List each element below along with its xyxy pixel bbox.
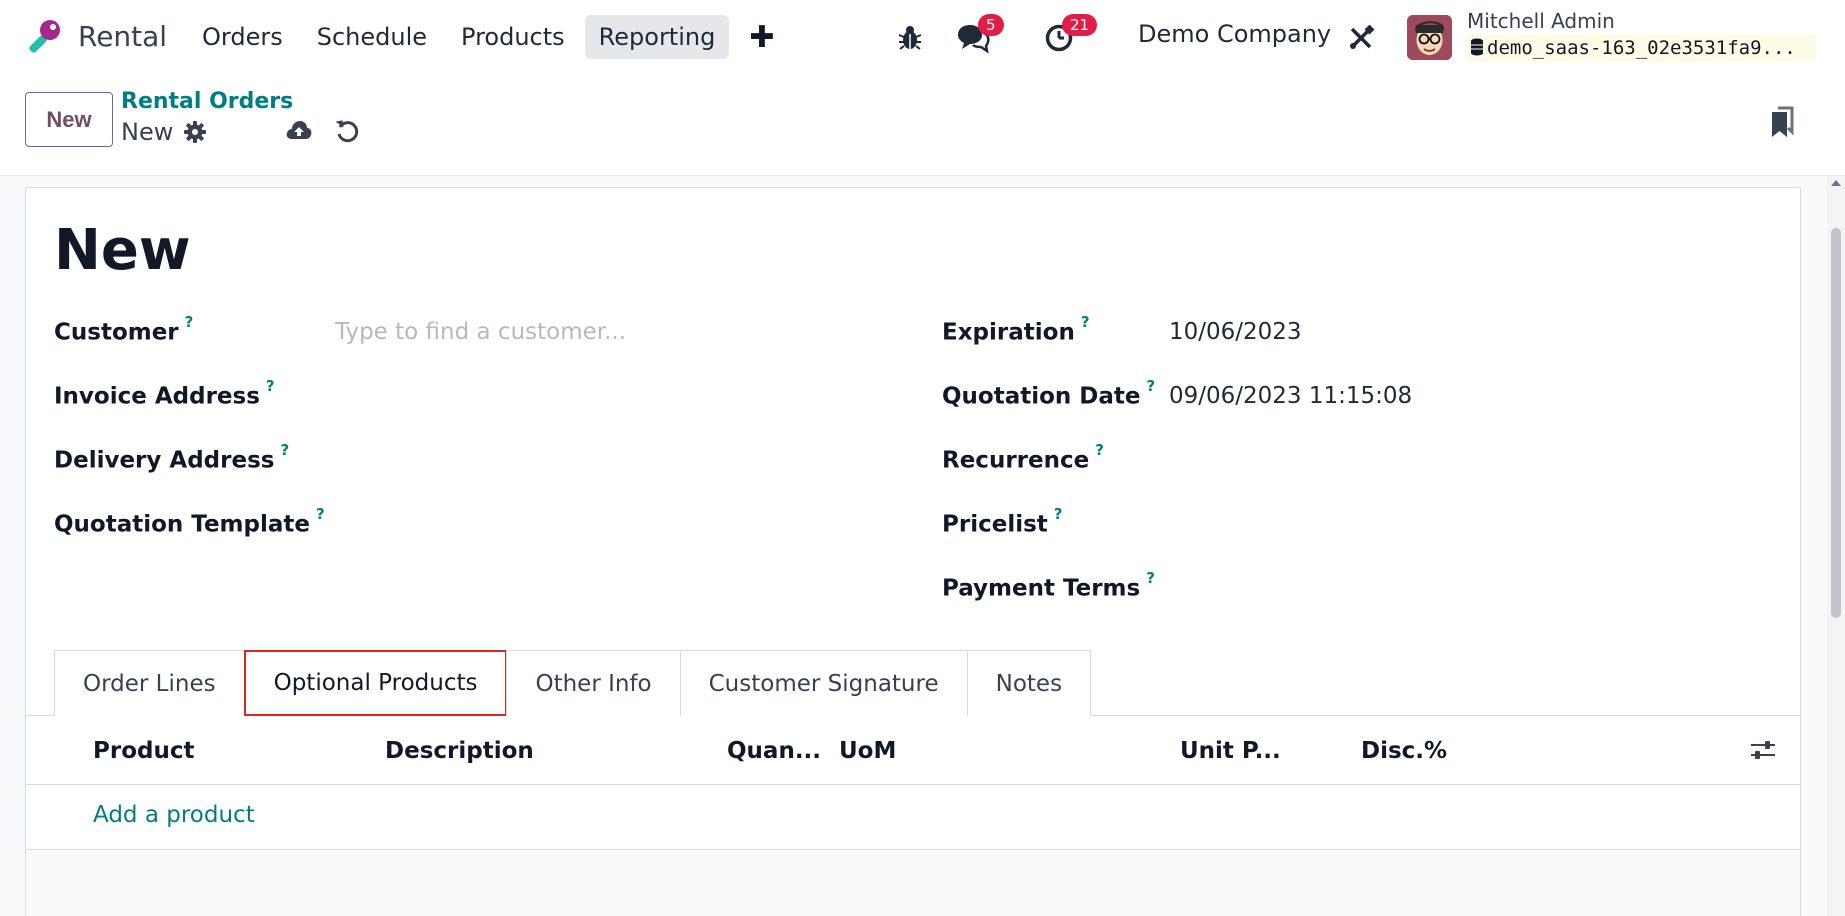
recurrence-label-text: Recurrence [942, 447, 1090, 474]
customer-label: Customer? [54, 313, 193, 346]
quotation-template-label-text: Quotation Template [54, 511, 310, 538]
tab-customer-signature[interactable]: Customer Signature [679, 650, 968, 716]
messages-count-badge: 5 [978, 14, 1004, 36]
bookmarks-icon[interactable] [1770, 106, 1794, 142]
column-quantity[interactable]: Quan... [727, 738, 821, 764]
pricelist-label-text: Pricelist [942, 511, 1048, 538]
notebook-tabs: Order Lines Optional Products Other Info… [54, 650, 1092, 716]
quotation-template-help-icon[interactable]: ? [316, 505, 325, 523]
payment-terms-label: Payment Terms? [942, 569, 1155, 602]
database-name-text: demo_saas-163_02e3531fa9... [1487, 37, 1796, 59]
tab-optional-products[interactable]: Optional Products [243, 650, 508, 716]
column-discount[interactable]: Disc.% [1361, 738, 1447, 764]
optional-columns-sliders-icon[interactable] [1750, 738, 1776, 766]
expiration-help-icon[interactable]: ? [1081, 313, 1090, 331]
add-menu-plus-icon[interactable]: ✚ [735, 16, 788, 59]
settings-tools-icon[interactable] [1348, 0, 1374, 76]
invoice-address-help-icon[interactable]: ? [266, 377, 275, 395]
activities-clock-icon[interactable] [1044, 0, 1074, 76]
messages-chat-icon[interactable] [956, 0, 990, 76]
main-menu: Orders Schedule Products Reporting ✚ [188, 15, 788, 59]
column-description[interactable]: Description [385, 738, 534, 764]
menu-orders[interactable]: Orders [188, 15, 297, 59]
quotation-date-label-text: Quotation Date [942, 383, 1141, 410]
quotation-date-input[interactable]: 09/06/2023 11:15:08 [1169, 383, 1412, 409]
payment-terms-input[interactable] [1169, 575, 1729, 605]
customer-input[interactable]: Type to find a customer... [335, 319, 626, 345]
user-name[interactable]: Mitchell Admin [1467, 9, 1615, 33]
debug-bug-icon[interactable] [898, 0, 922, 76]
breadcrumb-current: New [121, 118, 174, 146]
quotation-date-label: Quotation Date? [942, 377, 1155, 410]
optional-products-table-header: Product Description Quan... UoM Unit P..… [26, 716, 1800, 785]
payment-terms-label-text: Payment Terms [942, 575, 1141, 602]
pricelist-help-icon[interactable]: ? [1054, 505, 1063, 523]
database-icon [1471, 38, 1483, 56]
top-navbar: Rental Orders Schedule Products Reportin… [0, 0, 1845, 76]
pricelist-label: Pricelist? [942, 505, 1062, 538]
customer-help-icon[interactable]: ? [185, 313, 194, 331]
form-sheet: New Customer? Type to find a customer...… [25, 187, 1801, 916]
new-button[interactable]: New [25, 92, 113, 147]
control-panel: New Rental Orders New [0, 76, 1845, 176]
add-product-row: Add a product [26, 785, 1800, 850]
gear-icon[interactable] [183, 120, 207, 148]
quotation-template-label: Quotation Template? [54, 505, 325, 538]
delivery-address-input[interactable] [335, 447, 895, 477]
menu-reporting[interactable]: Reporting [584, 15, 730, 59]
tab-notes[interactable]: Notes [966, 650, 1092, 716]
pricelist-input[interactable] [1169, 511, 1729, 541]
rental-key-icon [29, 20, 60, 53]
column-product[interactable]: Product [93, 738, 194, 764]
save-cloud-upload-icon[interactable] [285, 118, 313, 146]
expiration-date-input[interactable]: 10/06/2023 [1169, 319, 1302, 345]
recurrence-label: Recurrence? [942, 441, 1104, 474]
tab-other-info[interactable]: Other Info [506, 650, 681, 716]
customer-label-text: Customer [54, 319, 179, 346]
app-name: Rental [78, 19, 168, 53]
expiration-label: Expiration? [942, 313, 1090, 346]
delivery-address-label: Delivery Address? [54, 441, 289, 474]
invoice-address-input[interactable] [335, 383, 895, 413]
scroll-up-arrow-icon[interactable] [1831, 180, 1841, 186]
database-name: demo_saas-163_02e3531fa9... [1466, 34, 1816, 62]
recurrence-help-icon[interactable]: ? [1095, 441, 1104, 459]
tab-order-lines[interactable]: Order Lines [54, 650, 245, 716]
table-empty-area [26, 851, 1800, 916]
breadcrumb-rental-orders[interactable]: Rental Orders [121, 89, 293, 114]
discard-undo-icon[interactable] [334, 118, 360, 148]
add-product-link[interactable]: Add a product [93, 802, 255, 828]
scroll-thumb[interactable] [1831, 228, 1841, 618]
user-avatar[interactable] [1407, 15, 1452, 60]
expiration-label-text: Expiration [942, 319, 1075, 346]
page-scrollbar[interactable] [1827, 176, 1845, 916]
recurrence-input[interactable] [1169, 447, 1729, 477]
quotation-date-help-icon[interactable]: ? [1147, 377, 1156, 395]
company-switcher[interactable]: Demo Company [1138, 20, 1331, 48]
activities-count-badge: 21 [1062, 14, 1098, 36]
menu-schedule[interactable]: Schedule [303, 15, 441, 59]
menu-products[interactable]: Products [447, 15, 579, 59]
quotation-template-input[interactable] [335, 511, 895, 541]
app-brand[interactable]: Rental [24, 16, 167, 56]
record-title: New [54, 218, 191, 283]
column-uom[interactable]: UoM [839, 738, 896, 764]
payment-terms-help-icon[interactable]: ? [1146, 569, 1155, 587]
invoice-address-label-text: Invoice Address [54, 383, 260, 410]
column-unit-price[interactable]: Unit P... [1180, 738, 1281, 764]
delivery-address-label-text: Delivery Address [54, 447, 275, 474]
delivery-address-help-icon[interactable]: ? [280, 441, 289, 459]
invoice-address-label: Invoice Address? [54, 377, 275, 410]
